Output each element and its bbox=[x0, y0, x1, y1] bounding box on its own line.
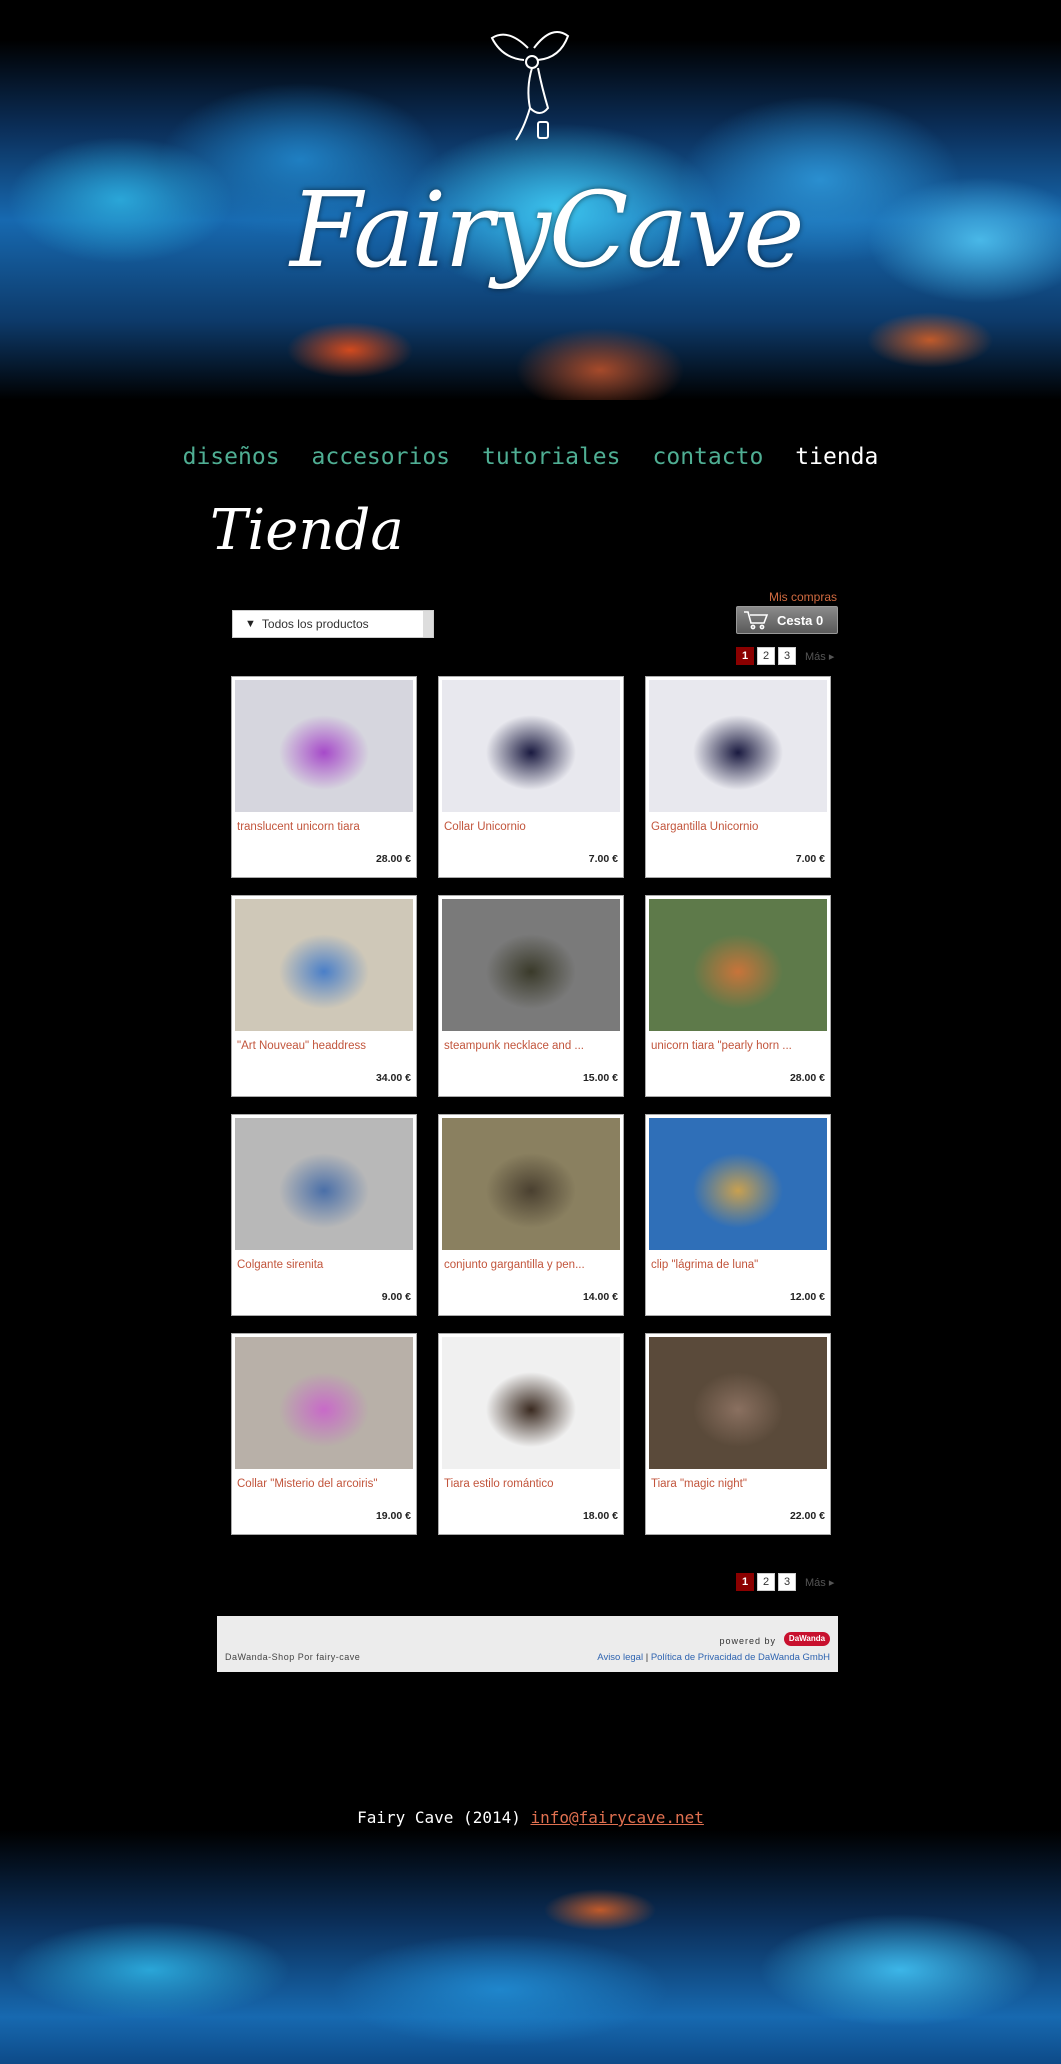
product-title[interactable]: clip "lágrima de luna" bbox=[651, 1259, 758, 1271]
product-card[interactable]: "Art Nouveau" headdress 34.00 € bbox=[231, 895, 417, 1097]
product-image[interactable] bbox=[235, 1118, 413, 1250]
product-price: 15.00 € bbox=[582, 1072, 618, 1084]
more-link[interactable]: Más ▸ bbox=[805, 650, 834, 663]
product-image[interactable] bbox=[235, 1337, 413, 1469]
product-title[interactable]: conjunto gargantilla y pen... bbox=[444, 1259, 585, 1271]
mis-compras-link[interactable]: Mis compras bbox=[769, 590, 837, 604]
product-title[interactable]: "Art Nouveau" headdress bbox=[237, 1040, 366, 1052]
product-price: 14.00 € bbox=[582, 1291, 618, 1303]
nav-accesorios[interactable]: accesorios bbox=[312, 444, 450, 470]
product-image[interactable] bbox=[442, 899, 620, 1031]
product-card[interactable]: clip "lágrima de luna" 12.00 € bbox=[645, 1114, 831, 1316]
dawanda-logo[interactable]: DaWanda bbox=[784, 1632, 830, 1646]
product-image[interactable] bbox=[649, 1337, 827, 1469]
nav-tutoriales[interactable]: tutoriales bbox=[482, 444, 620, 470]
fairy-logo-icon bbox=[490, 31, 570, 141]
product-image[interactable] bbox=[649, 899, 827, 1031]
cart-button[interactable]: Cesta 0 bbox=[736, 606, 838, 634]
product-title[interactable]: steampunk necklace and ... bbox=[444, 1040, 584, 1052]
nav-tienda[interactable]: tienda bbox=[795, 444, 878, 470]
product-card[interactable]: Collar Unicornio 7.00 € bbox=[438, 676, 624, 878]
separator: | bbox=[645, 1652, 649, 1663]
page-title: Tienda bbox=[210, 498, 404, 563]
copyright: Fairy Cave (2014) info@fairycave.net bbox=[0, 1808, 1061, 1827]
legal-links: Aviso legal | Política de Privacidad de … bbox=[597, 1652, 830, 1663]
product-price: 12.00 € bbox=[789, 1291, 825, 1303]
product-image[interactable] bbox=[442, 1337, 620, 1469]
page-2[interactable]: 2 bbox=[757, 1573, 775, 1591]
product-image[interactable] bbox=[442, 1118, 620, 1250]
product-price: 28.00 € bbox=[789, 1072, 825, 1084]
product-price: 22.00 € bbox=[789, 1510, 825, 1522]
product-title[interactable]: translucent unicorn tiara bbox=[237, 821, 360, 833]
cart-label: Cesta 0 bbox=[777, 612, 824, 628]
category-dropdown[interactable]: ▼ Todos los productos bbox=[232, 610, 434, 638]
product-price: 7.00 € bbox=[795, 853, 825, 865]
product-price: 34.00 € bbox=[375, 1072, 411, 1084]
privacy-link[interactable]: Política de Privacidad de DaWanda GmbH bbox=[651, 1652, 830, 1663]
product-card[interactable]: unicorn tiara "pearly horn ... 28.00 € bbox=[645, 895, 831, 1097]
product-title[interactable]: Tiara estilo romántico bbox=[444, 1478, 554, 1490]
dropdown-triangle-icon: ▼ bbox=[245, 618, 256, 630]
product-title[interactable]: unicorn tiara "pearly horn ... bbox=[651, 1040, 792, 1052]
product-price: 28.00 € bbox=[375, 853, 411, 865]
page-1[interactable]: 1 bbox=[736, 1573, 754, 1591]
product-price: 19.00 € bbox=[375, 1510, 411, 1522]
product-card[interactable]: steampunk necklace and ... 15.00 € bbox=[438, 895, 624, 1097]
shop-credit: DaWanda-Shop Por fairy-cave bbox=[225, 1652, 361, 1662]
footer-banner bbox=[0, 1830, 1061, 2064]
product-image[interactable] bbox=[442, 680, 620, 812]
product-card[interactable]: Colgante sirenita 9.00 € bbox=[231, 1114, 417, 1316]
product-title[interactable]: Gargantilla Unicornio bbox=[651, 821, 758, 833]
category-label: Todos los productos bbox=[261, 617, 369, 631]
cart-icon bbox=[744, 611, 769, 630]
dropdown-handle bbox=[423, 611, 433, 637]
pagination-bottom: 1 2 3 Más ▸ bbox=[736, 1573, 834, 1591]
main-nav: diseños accesorios tutoriales contacto tiend… bbox=[0, 444, 1061, 470]
product-card[interactable]: Gargantilla Unicornio 7.00 € bbox=[645, 676, 831, 878]
product-card[interactable]: Tiara estilo romántico 18.00 € bbox=[438, 1333, 624, 1535]
copyright-text: Fairy Cave (2014) bbox=[357, 1808, 521, 1827]
pagination-top: 1 2 3 Más ▸ bbox=[736, 647, 834, 665]
product-card[interactable]: Tiara "magic night" 22.00 € bbox=[645, 1333, 831, 1535]
product-card[interactable]: Collar "Misterio del arcoiris" 19.00 € bbox=[231, 1333, 417, 1535]
shop-footer: powered by DaWanda DaWanda-Shop Por fair… bbox=[217, 1616, 838, 1672]
product-title[interactable]: Colgante sirenita bbox=[237, 1259, 323, 1271]
page-2[interactable]: 2 bbox=[757, 647, 775, 665]
product-price: 7.00 € bbox=[588, 853, 618, 865]
powered-by-label: powered by bbox=[719, 1636, 776, 1646]
product-price: 9.00 € bbox=[381, 1291, 411, 1303]
site-logo[interactable]: FairyCave bbox=[290, 150, 805, 310]
nav-contacto[interactable]: contacto bbox=[653, 444, 764, 470]
product-title[interactable]: Tiara "magic night" bbox=[651, 1478, 747, 1490]
product-title[interactable]: Collar Unicornio bbox=[444, 821, 526, 833]
product-price: 18.00 € bbox=[582, 1510, 618, 1522]
product-image[interactable] bbox=[649, 1118, 827, 1250]
more-link[interactable]: Más ▸ bbox=[805, 1576, 834, 1589]
product-card[interactable]: translucent unicorn tiara 28.00 € bbox=[231, 676, 417, 878]
product-card[interactable]: conjunto gargantilla y pen... 14.00 € bbox=[438, 1114, 624, 1316]
email-link[interactable]: info@fairycave.net bbox=[531, 1808, 704, 1827]
page-3[interactable]: 3 bbox=[778, 1573, 796, 1591]
product-image[interactable] bbox=[235, 899, 413, 1031]
product-title[interactable]: Collar "Misterio del arcoiris" bbox=[237, 1478, 377, 1490]
product-image[interactable] bbox=[235, 680, 413, 812]
nav-disenos[interactable]: diseños bbox=[183, 444, 280, 470]
page-3[interactable]: 3 bbox=[778, 647, 796, 665]
page-1[interactable]: 1 bbox=[736, 647, 754, 665]
product-image[interactable] bbox=[649, 680, 827, 812]
aviso-legal-link[interactable]: Aviso legal bbox=[597, 1652, 643, 1663]
